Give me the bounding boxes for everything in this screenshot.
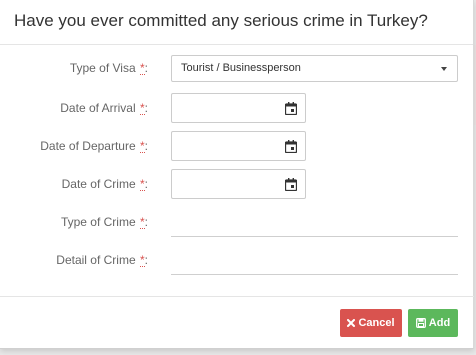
crime-detail-input[interactable] [171, 245, 458, 275]
visa-type-select[interactable]: Tourist / Businessperson [171, 55, 458, 82]
arrival-date-label: Date of Arrival *: [60, 101, 148, 115]
calendar-icon[interactable] [285, 178, 297, 191]
crime-history-modal: Have you ever committed any serious crim… [0, 0, 474, 349]
crime-detail-row: Detail of Crime *: [0, 245, 474, 275]
modal-title: Have you ever committed any serious crim… [14, 11, 428, 30]
cancel-button-label: Cancel [358, 317, 395, 329]
crime-type-label: Type of Crime *: [60, 215, 148, 229]
visa-type-label: Type of Visa *: [69, 61, 148, 75]
crime-type-input[interactable] [171, 207, 458, 237]
chevron-down-icon [441, 67, 447, 71]
departure-date-label: Date of Departure *: [40, 139, 148, 153]
visa-type-value: Tourist / Businessperson [181, 62, 301, 74]
add-button[interactable]: Add [408, 309, 458, 337]
crime-type-row: Type of Crime *: [0, 207, 474, 237]
arrival-date-input[interactable] [171, 93, 306, 123]
modal-footer: Cancel Add [0, 296, 474, 349]
crime-date-label: Date of Crime *: [61, 177, 148, 191]
departure-date-row: Date of Departure *: [0, 131, 474, 161]
crime-date-input[interactable] [171, 169, 306, 199]
departure-date-input[interactable] [171, 131, 306, 161]
cancel-button[interactable]: Cancel [340, 309, 402, 337]
calendar-icon[interactable] [285, 140, 297, 153]
add-button-label: Add [428, 317, 451, 329]
calendar-icon[interactable] [285, 102, 297, 115]
crime-detail-label: Detail of Crime *: [56, 253, 148, 267]
save-icon [415, 318, 426, 328]
modal-body: Type of Visa *: Tourist / Businessperson… [0, 45, 473, 296]
crime-date-row: Date of Crime *: [0, 169, 474, 199]
arrival-date-row: Date of Arrival *: [0, 93, 474, 123]
close-icon [347, 319, 356, 327]
modal-header: Have you ever committed any serious crim… [0, 0, 473, 45]
visa-type-row: Type of Visa *: Tourist / Businessperson [0, 55, 474, 85]
